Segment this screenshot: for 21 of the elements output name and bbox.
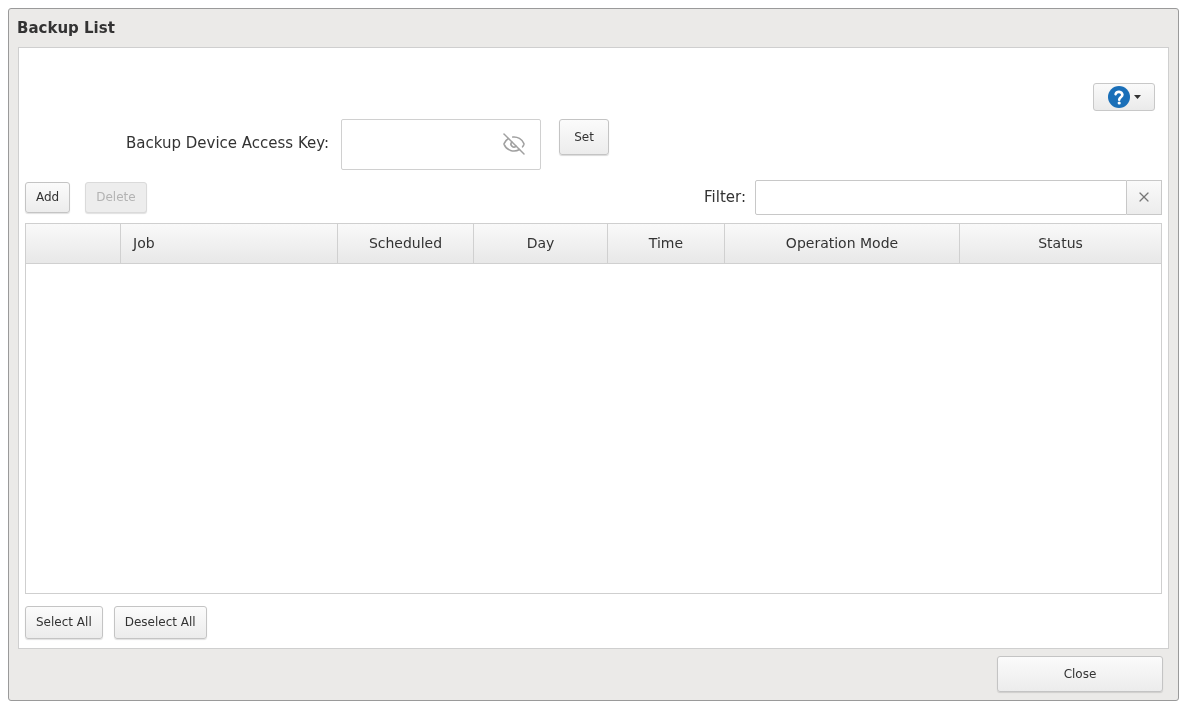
dialog-title: Backup List [17, 17, 115, 39]
column-header[interactable]: Status [960, 223, 1161, 263]
column-header[interactable]: Operation Mode [725, 223, 960, 263]
eye-slash-icon[interactable] [502, 132, 527, 157]
caret-icon [1133, 94, 1141, 99]
filter-field[interactable] [755, 179, 1127, 215]
access-key-field[interactable] [341, 118, 542, 170]
filter-label: Filter: [704, 187, 746, 208]
access-key-label: Backup Device Access Key: [126, 132, 330, 154]
column-header[interactable]: Scheduled [338, 223, 474, 263]
help-icon [1107, 85, 1130, 108]
help-button[interactable] [1093, 82, 1155, 111]
set-button[interactable]: Set [559, 118, 610, 155]
column-header[interactable]: Day [474, 223, 608, 263]
column-header[interactable]: Time [608, 223, 725, 263]
clear-filter-button[interactable] [1127, 179, 1162, 215]
close-button[interactable]: Close [997, 656, 1163, 693]
column-header[interactable]: Job [121, 223, 338, 263]
select-all-button[interactable]: Select All [25, 605, 103, 639]
add-button[interactable]: Add [25, 181, 71, 213]
deselect-all-button[interactable]: Deselect All [113, 605, 207, 639]
